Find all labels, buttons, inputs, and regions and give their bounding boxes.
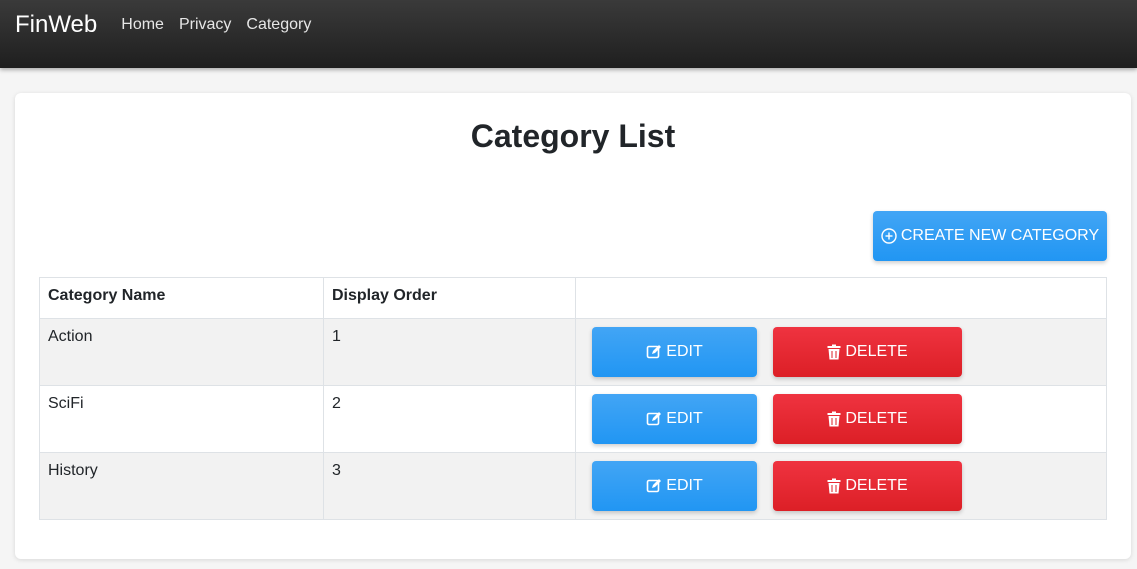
create-category-button[interactable]: CREATE NEW CATEGORY [873,211,1107,261]
nav-link-category[interactable]: Category [246,16,311,34]
create-category-label: CREATE NEW CATEGORY [900,227,1100,244]
category-name-cell: History [39,452,324,520]
header-display-order: Display Order [323,277,576,319]
content-card: Category List CREATE NEW CATEGORY Catego… [15,93,1131,559]
edit-icon [646,478,662,494]
edit-label: EDIT [666,477,703,494]
actions-cell: EDIT DELETE [575,318,1107,386]
header-category-name: Category Name [39,277,324,319]
table-header-row: Category Name Display Order [39,277,1107,319]
brand-logo[interactable]: FinWeb [15,12,97,38]
table-row: SciFi 2 EDIT DELETE [39,385,1107,453]
trash-icon [827,478,841,494]
nav-link-privacy[interactable]: Privacy [179,16,231,34]
delete-button[interactable]: DELETE [773,394,962,444]
delete-label: DELETE [845,410,908,427]
display-order-cell: 3 [323,452,576,520]
trash-icon [827,344,841,360]
actions-cell: EDIT DELETE [575,385,1107,453]
table-row: History 3 EDIT DELETE [39,452,1107,520]
table-row: Action 1 EDIT DELETE [39,318,1107,386]
plus-circle-icon [881,228,897,244]
edit-button[interactable]: EDIT [592,461,757,511]
display-order-cell: 1 [323,318,576,386]
edit-label: EDIT [666,343,703,360]
edit-button[interactable]: EDIT [592,327,757,377]
navbar: FinWeb Home Privacy Category [0,0,1137,68]
category-table: Category Name Display Order Action 1 EDI… [39,277,1107,520]
nav-links: Home Privacy Category [121,12,311,34]
actions-cell: EDIT DELETE [575,452,1107,520]
delete-label: DELETE [845,343,908,360]
category-name-cell: Action [39,318,324,386]
trash-icon [827,411,841,427]
display-order-cell: 2 [323,385,576,453]
nav-link-home[interactable]: Home [121,16,164,34]
edit-icon [646,344,662,360]
edit-button[interactable]: EDIT [592,394,757,444]
page-title: Category List [470,118,676,154]
edit-label: EDIT [666,410,703,427]
delete-button[interactable]: DELETE [773,461,962,511]
delete-label: DELETE [845,477,908,494]
edit-icon [646,411,662,427]
delete-button[interactable]: DELETE [773,327,962,377]
category-name-cell: SciFi [39,385,324,453]
header-actions [575,277,1107,319]
